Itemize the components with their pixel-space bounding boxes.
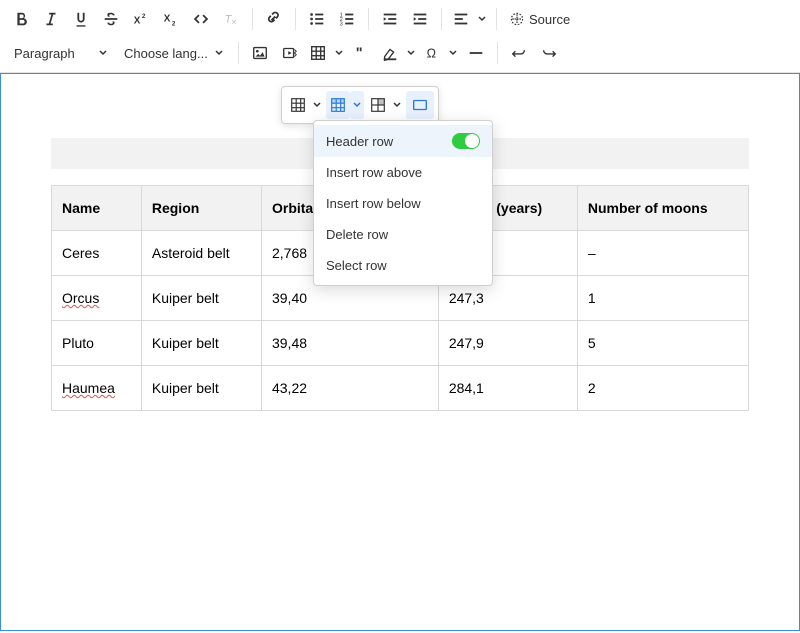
separator xyxy=(368,8,369,30)
menu-label: Insert row below xyxy=(326,196,421,211)
table-cell[interactable]: 5 xyxy=(577,321,748,366)
bold-button[interactable] xyxy=(6,4,36,34)
menu-label: Insert row above xyxy=(326,165,422,180)
table-column-button[interactable] xyxy=(286,91,310,119)
heading-label: Paragraph xyxy=(14,46,75,61)
align-button[interactable] xyxy=(448,4,474,34)
separator xyxy=(252,8,253,30)
superscript-button[interactable]: X2 xyxy=(126,4,156,34)
separator xyxy=(496,8,497,30)
language-label: Choose lang... xyxy=(124,46,208,61)
separator xyxy=(295,8,296,30)
table-row: Haumea Kuiper belt 43,22 284,1 2 xyxy=(52,366,749,411)
code-button[interactable] xyxy=(186,4,216,34)
insert-row-below-item[interactable]: Insert row below xyxy=(314,188,492,219)
merge-cells-button[interactable] xyxy=(366,91,390,119)
table-cell[interactable]: 1 xyxy=(577,276,748,321)
table-cell[interactable]: 247,9 xyxy=(438,321,577,366)
insert-row-above-item[interactable]: Insert row above xyxy=(314,157,492,188)
editor-area[interactable]: Dwarf planets Name Region Orbital radius… xyxy=(0,73,800,631)
subscript-button[interactable]: X2 xyxy=(156,4,186,34)
alignment-split xyxy=(448,4,490,34)
highlight-dropdown[interactable] xyxy=(403,38,419,68)
svg-text:Ω: Ω xyxy=(426,47,435,61)
source-button[interactable]: Source xyxy=(503,4,576,34)
row-dropdown-menu: Header row Insert row above Insert row b… xyxy=(313,120,493,286)
source-label: Source xyxy=(529,12,570,27)
cell-text: Haumea xyxy=(62,380,115,396)
table-cell[interactable]: – xyxy=(577,231,748,276)
table-cell[interactable]: Kuiper belt xyxy=(141,366,261,411)
menu-label: Delete row xyxy=(326,227,388,242)
table-cell[interactable]: Ceres xyxy=(52,231,142,276)
table-header[interactable]: Region xyxy=(141,186,261,231)
toggle-on-icon[interactable] xyxy=(452,133,480,149)
bulleted-list-button[interactable] xyxy=(302,4,332,34)
table-properties-button[interactable] xyxy=(406,91,434,119)
undo-button[interactable] xyxy=(504,38,534,68)
table-row-button[interactable] xyxy=(326,91,350,119)
remove-format-button[interactable]: T✕ xyxy=(216,4,246,34)
redo-button[interactable] xyxy=(534,38,564,68)
table-header[interactable]: Number of moons xyxy=(577,186,748,231)
delete-row-item[interactable]: Delete row xyxy=(314,219,492,250)
table-cell[interactable]: Kuiper belt xyxy=(141,321,261,366)
header-row-toggle-item[interactable]: Header row xyxy=(314,125,492,157)
strikethrough-button[interactable] xyxy=(96,4,126,34)
menu-label: Select row xyxy=(326,258,387,273)
table-contextual-toolbar xyxy=(281,86,439,124)
merge-cells-dropdown[interactable] xyxy=(390,91,404,119)
italic-button[interactable] xyxy=(36,4,66,34)
special-char-split: Ω xyxy=(419,38,461,68)
numbered-list-button[interactable]: 123 xyxy=(332,4,362,34)
highlight-button[interactable] xyxy=(377,38,403,68)
table-cell[interactable]: Haumea xyxy=(52,366,142,411)
table-header[interactable]: Name xyxy=(52,186,142,231)
separator xyxy=(441,8,442,30)
cell-text: Orcus xyxy=(62,290,99,306)
main-toolbar: X2 X2 T✕ 123 Source Paragraph Choose lan… xyxy=(0,0,800,73)
blockquote-button[interactable]: " xyxy=(347,38,377,68)
table-cell[interactable]: Pluto xyxy=(52,321,142,366)
insert-table-button[interactable] xyxy=(305,38,331,68)
svg-text:✕: ✕ xyxy=(231,17,237,26)
svg-text:3: 3 xyxy=(340,21,343,27)
special-char-button[interactable]: Ω xyxy=(419,38,445,68)
table-column-dropdown[interactable] xyxy=(310,91,324,119)
table-row: Pluto Kuiper belt 39,48 247,9 5 xyxy=(52,321,749,366)
highlight-split xyxy=(377,38,419,68)
special-char-dropdown[interactable] xyxy=(445,38,461,68)
image-button[interactable] xyxy=(245,38,275,68)
indent-button[interactable] xyxy=(405,4,435,34)
language-dropdown[interactable]: Choose lang... xyxy=(116,38,232,68)
menu-label: Header row xyxy=(326,134,393,149)
svg-text:": " xyxy=(356,46,363,62)
table-cell[interactable]: Asteroid belt xyxy=(141,231,261,276)
separator xyxy=(497,42,498,64)
svg-text:2: 2 xyxy=(142,13,146,20)
align-dropdown[interactable] xyxy=(474,4,490,34)
table-cell[interactable]: Orcus xyxy=(52,276,142,321)
heading-dropdown[interactable]: Paragraph xyxy=(6,38,116,68)
table-dropdown[interactable] xyxy=(331,38,347,68)
underline-button[interactable] xyxy=(66,4,96,34)
table-row-dropdown[interactable] xyxy=(350,91,364,119)
separator xyxy=(238,42,239,64)
table-split xyxy=(305,38,347,68)
select-row-item[interactable]: Select row xyxy=(314,250,492,281)
table-cell[interactable]: 284,1 xyxy=(438,366,577,411)
link-button[interactable] xyxy=(259,4,289,34)
outdent-button[interactable] xyxy=(375,4,405,34)
table-cell[interactable]: Kuiper belt xyxy=(141,276,261,321)
horizontal-line-button[interactable] xyxy=(461,38,491,68)
table-cell[interactable]: 39,48 xyxy=(261,321,438,366)
svg-text:X: X xyxy=(164,14,171,25)
table-cell[interactable]: 43,22 xyxy=(261,366,438,411)
media-button[interactable] xyxy=(275,38,305,68)
svg-text:2: 2 xyxy=(172,20,176,27)
table-cell[interactable]: 2 xyxy=(577,366,748,411)
svg-text:X: X xyxy=(134,16,141,27)
